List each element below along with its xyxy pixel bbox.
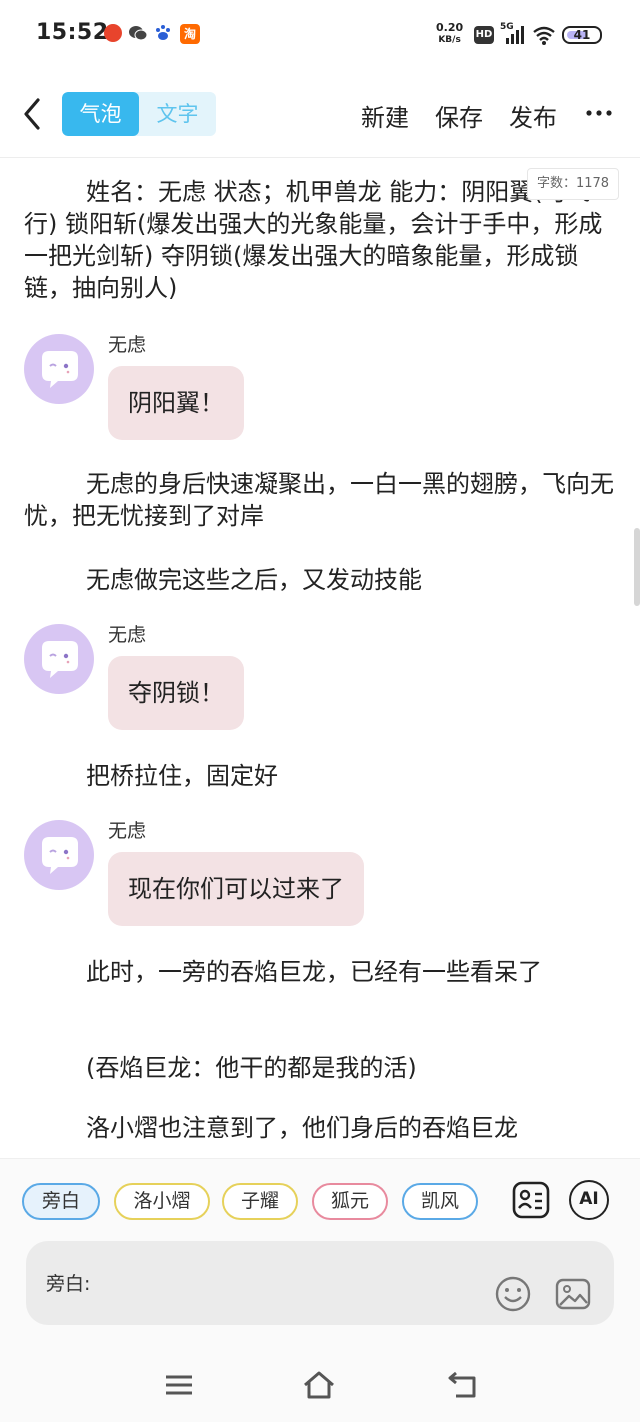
narration-paragraph[interactable]: (吞焰巨龙：他干的都是我的活): [24, 1052, 616, 1084]
character-chip[interactable]: 子耀: [222, 1183, 298, 1220]
story-content[interactable]: 姓名：无虑 状态；机甲兽龙 能力：阴阳翼(可飞行) 锁阳斩(爆发出强大的光象能量…: [0, 158, 640, 1158]
character-chip[interactable]: 凯风: [402, 1183, 478, 1220]
chat-face-icon: [42, 837, 78, 874]
avatar[interactable]: [24, 624, 94, 694]
ai-button[interactable]: AI: [569, 1180, 609, 1220]
mode-switch: 气泡 文字: [62, 92, 216, 136]
mode-text-tab[interactable]: 文字: [139, 92, 216, 136]
character-chip-narrator[interactable]: 旁白: [22, 1183, 100, 1220]
scrollbar-thumb[interactable]: [634, 528, 640, 606]
publish-button[interactable]: 发布: [509, 98, 557, 133]
battery-icon: 41: [562, 26, 602, 44]
emoji-icon: [495, 1276, 531, 1312]
dialogue-bubble[interactable]: 阴阳翼！: [108, 366, 244, 440]
character-list-button[interactable]: [511, 1180, 551, 1220]
character-chip[interactable]: 洛小熠: [114, 1183, 210, 1220]
editor-toolbar: 气泡 文字 新建 保存 发布: [0, 80, 640, 152]
dialogue-input[interactable]: 旁白:: [26, 1241, 614, 1325]
speaker-name: 无虑: [108, 624, 147, 646]
character-list-icon: [512, 1181, 550, 1219]
menu-button[interactable]: [162, 1368, 196, 1402]
system-navigation-bar: [0, 1348, 640, 1422]
wechat-icon: [128, 24, 148, 42]
signal-icon: 5G: [500, 22, 526, 46]
weibo-icon: [104, 24, 122, 42]
more-dots-icon: [586, 110, 612, 116]
character-chip[interactable]: 狐元: [312, 1183, 388, 1220]
narration-paragraph[interactable]: 把桥拉住，固定好: [24, 760, 616, 792]
narration-paragraph[interactable]: 无虑的身后快速凝聚出，一白一黑的翅膀，飞向无忧，把无忧接到了对岸: [24, 468, 616, 532]
avatar[interactable]: [24, 334, 94, 404]
image-icon: [555, 1278, 591, 1310]
taobao-icon: 淘: [180, 24, 200, 44]
chat-face-icon: [42, 641, 78, 678]
new-button[interactable]: 新建: [361, 98, 409, 133]
mode-bubble-tab[interactable]: 气泡: [62, 92, 139, 136]
status-bar: 15:52 淘 0.20 KB/s HD 5G 41: [0, 0, 640, 70]
input-speaker-label: 旁白:: [46, 1273, 91, 1295]
save-button[interactable]: 保存: [435, 98, 483, 133]
home-button[interactable]: [302, 1368, 336, 1402]
narration-paragraph[interactable]: 洛小熠也注意到了，他们身后的吞焰巨龙: [24, 1112, 616, 1144]
chevron-left-icon: [24, 98, 40, 130]
speaker-name: 无虑: [108, 820, 147, 842]
hd-icon: HD: [474, 26, 494, 44]
back-nav-button[interactable]: [446, 1368, 480, 1402]
home-icon: [304, 1371, 334, 1399]
status-time: 15:52: [36, 20, 109, 45]
dialogue-bubble[interactable]: 夺阴锁！: [108, 656, 244, 730]
more-button[interactable]: [584, 98, 614, 128]
speaker-name: 无虑: [108, 334, 147, 356]
back-icon: [448, 1371, 476, 1398]
menu-icon: [166, 1375, 192, 1395]
emoji-button[interactable]: [494, 1275, 532, 1313]
image-button[interactable]: [554, 1275, 592, 1313]
avatar[interactable]: [24, 820, 94, 890]
compose-panel: 旁白 洛小熠 子耀 狐元 凯风 AI 旁白:: [0, 1158, 640, 1348]
word-count-badge: 字数：1178: [527, 168, 619, 200]
network-speed: 0.20 KB/s: [436, 21, 464, 46]
baidu-icon: [154, 24, 172, 42]
narration-paragraph[interactable]: 无虑做完这些之后，又发动技能: [24, 564, 616, 596]
back-button[interactable]: [18, 94, 48, 134]
wifi-icon: [532, 24, 556, 46]
chat-face-icon: [42, 351, 78, 388]
narration-paragraph[interactable]: 此时，一旁的吞焰巨龙，已经有一些看呆了: [24, 956, 616, 988]
dialogue-bubble[interactable]: 现在你们可以过来了: [108, 852, 364, 926]
